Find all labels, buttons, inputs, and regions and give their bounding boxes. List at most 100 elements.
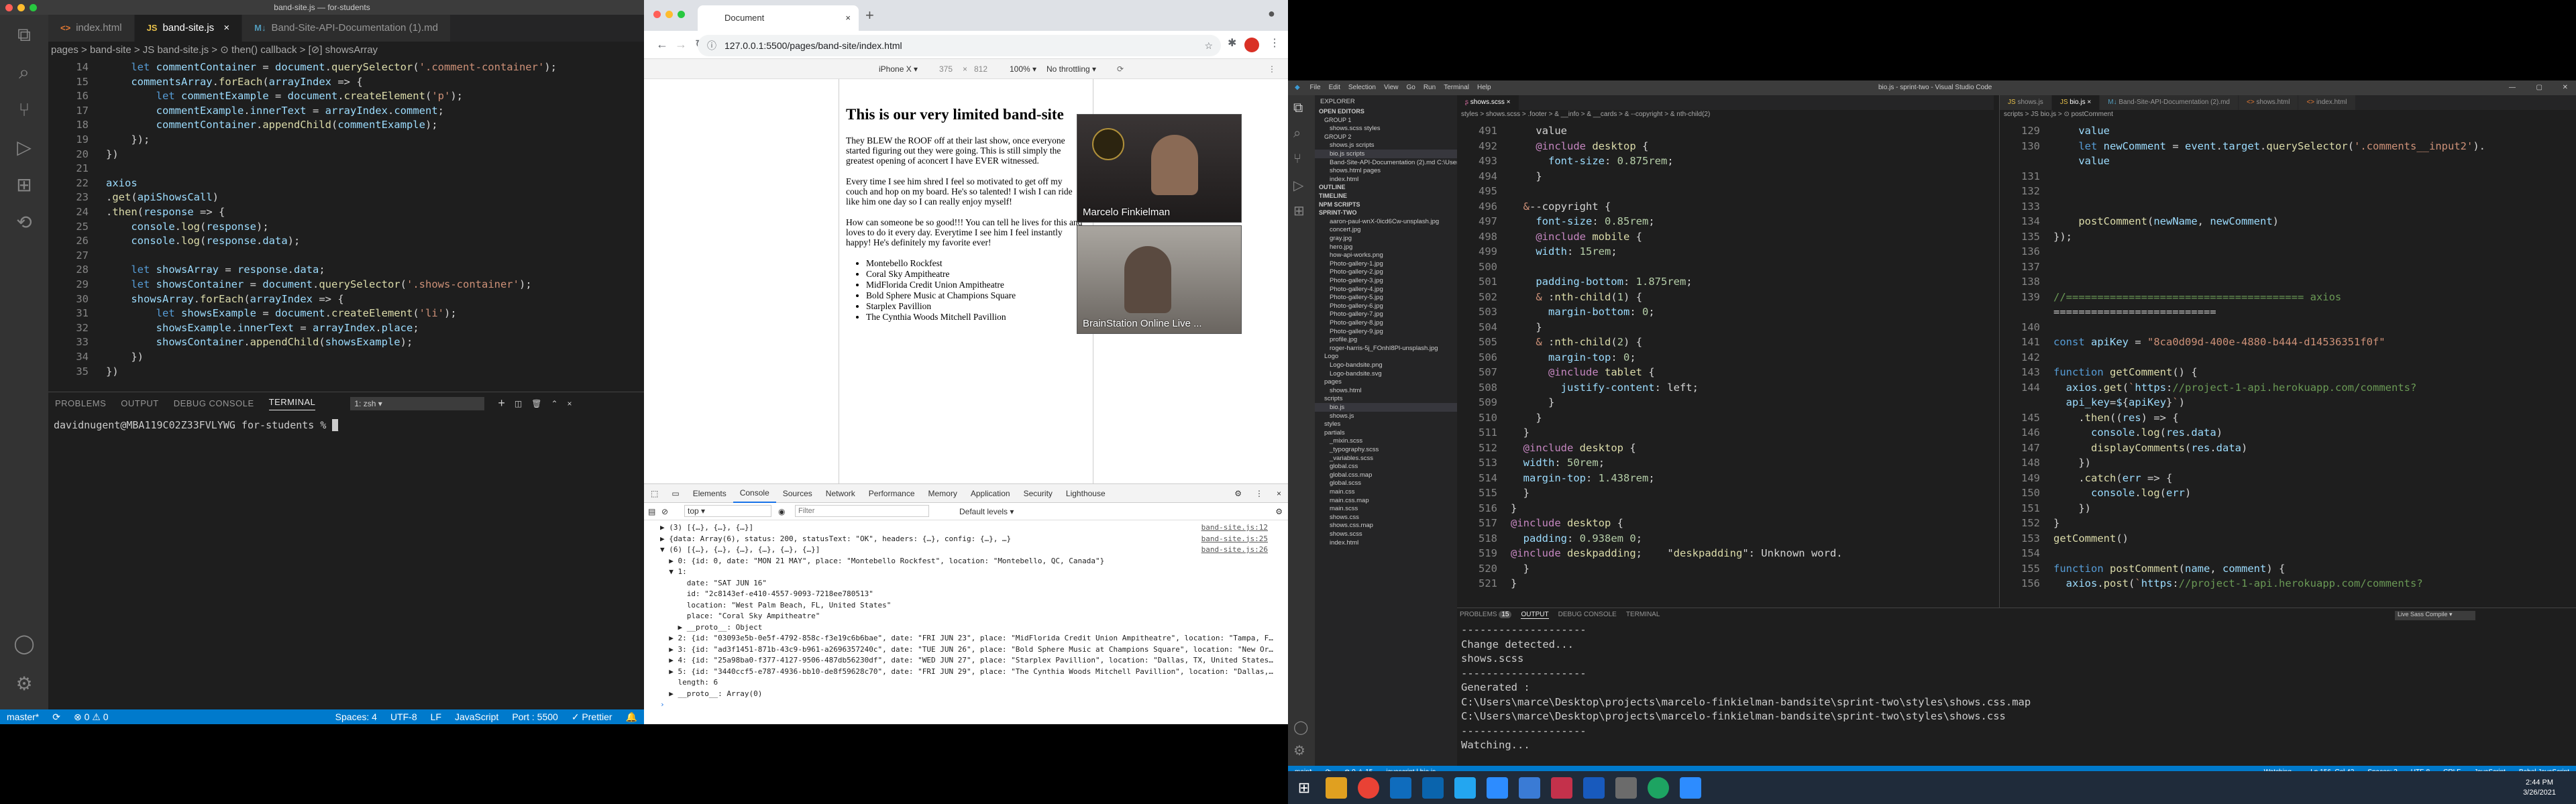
tab-security[interactable]: Security bbox=[1017, 489, 1059, 498]
search-icon[interactable]: ⌕ bbox=[1293, 126, 1301, 141]
tab-console[interactable]: Console bbox=[733, 484, 776, 503]
problems-count[interactable]: ⊗ 0 ⚠ 15 bbox=[1338, 766, 1379, 771]
console-entry[interactable]: ▶ {data: Array(6), status: 200, statusTe… bbox=[660, 534, 1011, 543]
console-prompt[interactable]: › bbox=[660, 700, 665, 709]
tab-problems[interactable]: PROBLEMS bbox=[55, 398, 106, 408]
explorer-item[interactable]: _mixin.scss bbox=[1315, 437, 1457, 445]
explorer-folder[interactable]: pages bbox=[1315, 378, 1457, 386]
branch-indicator[interactable]: main* bbox=[1288, 766, 1319, 771]
explorer-item[interactable]: shows.html pages bbox=[1315, 166, 1457, 175]
tab-search-icon[interactable]: ● bbox=[1268, 7, 1275, 21]
console-entry[interactable]: place: "Coral Sky Ampitheatre" bbox=[660, 612, 820, 620]
explorer-item[interactable]: shows.js bbox=[1315, 412, 1457, 420]
zoom-select[interactable]: 100% ▾ bbox=[1010, 59, 1036, 79]
explorer-item[interactable]: GROUP 1 bbox=[1315, 116, 1457, 125]
word-icon[interactable] bbox=[1583, 777, 1605, 799]
tab-problems[interactable]: PROBLEMS 15 bbox=[1460, 611, 1512, 619]
explorer-section-header[interactable]: OUTLINE bbox=[1315, 183, 1457, 192]
explorer-folder[interactable]: styles bbox=[1315, 420, 1457, 428]
split-terminal-icon[interactable]: ◫ bbox=[515, 399, 522, 408]
terminal-select[interactable]: 1: zsh ▾ bbox=[350, 396, 485, 410]
console-source-link[interactable]: band-site.js:25 bbox=[1201, 534, 1268, 543]
chrome-profile-icon[interactable] bbox=[1648, 777, 1669, 799]
file-explorer-icon[interactable] bbox=[1326, 777, 1347, 799]
console-source-link[interactable]: band-site.js:26 bbox=[1201, 545, 1268, 554]
tab-shows-html[interactable]: <> shows.html bbox=[2238, 95, 2299, 110]
explorer-folder[interactable]: partials bbox=[1315, 428, 1457, 437]
breadcrumb[interactable]: scripts > JS bio.js > ⊙ postComment bbox=[2004, 111, 2113, 118]
maximize-icon[interactable]: ▢ bbox=[2536, 80, 2542, 95]
terminal-output[interactable]: davidnugent@MBA119C02Z33FVLYWG for-stude… bbox=[54, 419, 637, 431]
vscode-icon[interactable] bbox=[1454, 777, 1476, 799]
rotate-icon[interactable]: ⟳ bbox=[1117, 59, 1124, 79]
device-select[interactable]: iPhone X ▾ bbox=[879, 59, 918, 79]
close-icon[interactable]: × bbox=[1270, 489, 1288, 498]
explorer-item[interactable]: Photo-gallery-7.jpg bbox=[1315, 310, 1457, 319]
explorer-section-header[interactable]: NPM SCRIPTS bbox=[1315, 200, 1457, 209]
console-entry[interactable]: ▶ 0: {id: 0, date: "MON 21 MAY", place: … bbox=[660, 557, 1104, 565]
explorer-item[interactable]: _variables.scss bbox=[1315, 454, 1457, 463]
console-entry[interactable]: ▼ 1: bbox=[660, 567, 687, 576]
gear-icon[interactable]: ⚙ bbox=[1293, 742, 1305, 759]
tab-elements[interactable]: Elements bbox=[686, 489, 733, 498]
explorer-item[interactable]: Photo-gallery-9.jpg bbox=[1315, 327, 1457, 336]
tab-band-site-js[interactable]: JS band-site.js × bbox=[134, 15, 243, 42]
explorer-item[interactable]: Photo-gallery-1.jpg bbox=[1315, 260, 1457, 268]
extensions-icon[interactable]: ⊞ bbox=[9, 170, 39, 200]
console-entry[interactable]: date: "SAT JUN 16" bbox=[660, 579, 767, 587]
explorer-item[interactable]: Photo-gallery-8.jpg bbox=[1315, 319, 1457, 327]
sass-watching[interactable]: Watching... bbox=[2257, 766, 2304, 771]
minimize-traffic-light[interactable] bbox=[665, 11, 673, 18]
explorer-item[interactable]: main.css bbox=[1315, 487, 1457, 496]
close-icon[interactable]: × bbox=[223, 22, 229, 34]
console-entry[interactable]: ▶ 4: {id: "25a98ba0-f377-4127-9506-487db… bbox=[660, 656, 1273, 665]
throttle-select[interactable]: No throttling ▾ bbox=[1046, 59, 1096, 79]
tab-terminal[interactable]: TERMINAL bbox=[1626, 611, 1660, 619]
breadcrumb[interactable]: pages > band-site > JS band-site.js > ⊙ … bbox=[48, 42, 644, 59]
sync-icon[interactable]: ⟳ bbox=[46, 709, 67, 724]
explorer-item[interactable]: GROUP 2 bbox=[1315, 133, 1457, 141]
output-channel-select[interactable]: Live Sass Compile ▾ bbox=[2395, 611, 2475, 620]
more-icon[interactable]: ⋮ bbox=[1268, 59, 1276, 79]
source-control-icon[interactable]: ⑂ bbox=[9, 95, 39, 125]
chrome-icon[interactable] bbox=[1358, 777, 1379, 799]
tab-shows-scss[interactable]: ʂ shows.scss × bbox=[1457, 95, 1519, 110]
tab-api-documentation[interactable]: M↓ Band-Site-API-Documentation (1).md bbox=[242, 15, 451, 42]
output-log[interactable]: -------------------- Change detected... sh… bbox=[1461, 623, 2031, 753]
explorer-item[interactable]: roger-harris-5j_FOnhI8Pl-unsplash.jpg bbox=[1315, 344, 1457, 353]
menu-item-go[interactable]: Go bbox=[1406, 84, 1415, 91]
explorer-section-header[interactable]: TIMELINE bbox=[1315, 192, 1457, 200]
console-entry[interactable]: location: "West Palm Beach, FL, United S… bbox=[660, 601, 892, 610]
explorer-folder[interactable]: Logo bbox=[1315, 352, 1457, 361]
eol[interactable]: CRLF bbox=[2436, 766, 2467, 771]
video-tile-presenter[interactable]: Marcelo Finkielman bbox=[1077, 114, 1242, 223]
menu-item-selection[interactable]: Selection bbox=[1348, 84, 1376, 91]
gear-icon[interactable]: ⚙ bbox=[1275, 503, 1283, 520]
source-control-icon[interactable]: ⑂ bbox=[1293, 152, 1301, 167]
gear-icon[interactable]: ⚙ bbox=[9, 669, 39, 699]
explorer-folder[interactable]: scripts bbox=[1315, 394, 1457, 403]
forward-icon[interactable]: → bbox=[675, 38, 687, 52]
explorer-item[interactable]: shows.css.map bbox=[1315, 521, 1457, 530]
problems-count[interactable]: ⊗ 0 ⚠ 0 bbox=[67, 709, 115, 724]
console-entry[interactable]: ▶ 5: {id: "3440ccf5-e787-4936-bb10-de8f5… bbox=[660, 667, 1273, 676]
tab-network[interactable]: Network bbox=[819, 489, 862, 498]
context-select[interactable]: top ▾ bbox=[684, 505, 771, 517]
minimize-icon[interactable]: — bbox=[2509, 80, 2516, 95]
explorer-item[interactable]: main.css.map bbox=[1315, 496, 1457, 505]
explorer-item[interactable]: bio.js bbox=[1315, 403, 1457, 412]
tab-debug-console[interactable]: DEBUG CONSOLE bbox=[174, 398, 254, 408]
device-toggle-icon[interactable]: ▭ bbox=[665, 489, 686, 498]
explorer-item[interactable]: global.css bbox=[1315, 462, 1457, 471]
cursor-position[interactable]: Ln 156, Col 42 bbox=[2304, 766, 2361, 771]
explorer-item[interactable]: profile.jpg bbox=[1315, 335, 1457, 344]
video-tile-host[interactable]: BrainStation Online Live ... bbox=[1077, 225, 1242, 334]
live-server-port[interactable]: Port : 5500 bbox=[505, 709, 565, 724]
explorer-item[interactable]: hero.jpg bbox=[1315, 243, 1457, 251]
run-debug-icon[interactable]: ▷ bbox=[9, 133, 39, 162]
bookmark-star-icon[interactable]: ☆ bbox=[1204, 35, 1213, 56]
explorer-item[interactable]: _typography.scss bbox=[1315, 445, 1457, 454]
explorer-item[interactable]: Photo-gallery-6.jpg bbox=[1315, 302, 1457, 310]
sidebar-toggle-icon[interactable]: ▤ bbox=[648, 503, 655, 520]
explorer-item[interactable]: main.scss bbox=[1315, 504, 1457, 513]
